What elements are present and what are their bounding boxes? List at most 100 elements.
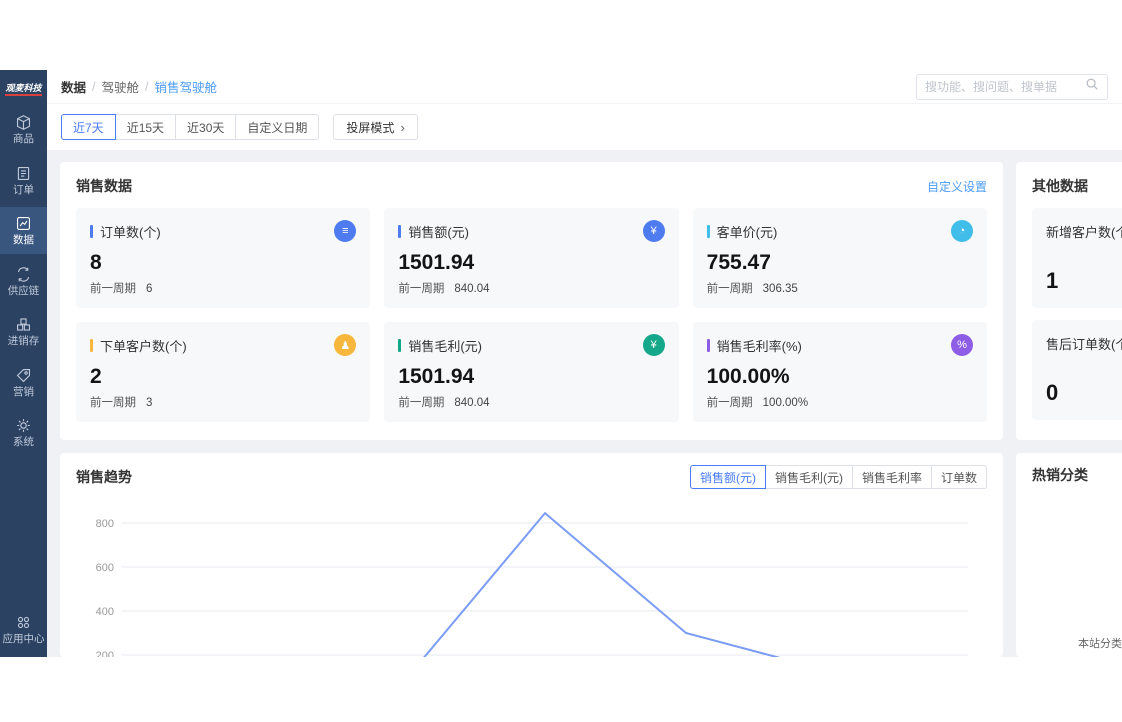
search-input[interactable]	[925, 79, 1085, 94]
breadcrumb-item-data[interactable]: 数据	[61, 77, 86, 96]
stat-label: 订单数(个)	[100, 224, 161, 240]
prev-period-value: 100.00%	[762, 397, 809, 409]
sidebar-item-label: 供应链	[7, 284, 40, 297]
sidebar-item-marketing[interactable]: 营销	[0, 359, 47, 406]
stat-label: 销售毛利(元)	[408, 338, 482, 354]
sidebar-item-goods[interactable]: 商品	[0, 106, 47, 153]
card-accent-bar	[398, 338, 402, 352]
right-column: 其他数据 新增客户数(个) 1 售后订单数(个) 0	[1016, 162, 1122, 657]
sales-trend-title: 销售趋势	[76, 469, 132, 485]
hot-panel-corner-note: 本站分类	[1078, 638, 1122, 650]
metric-tab-sales-amount[interactable]: 销售额(元)	[689, 465, 766, 489]
stat-value: 2	[90, 365, 102, 388]
metric-tab-gross-profit[interactable]: 销售毛利(元)	[764, 465, 853, 489]
gear-icon	[15, 417, 32, 434]
filter-bar: 近7天 近15天 近30天 自定义日期 投屏模式 ›	[47, 104, 1122, 150]
profit-icon: ¥	[642, 334, 665, 356]
cast-mode-button[interactable]: 投屏模式 ›	[333, 114, 418, 140]
trend-line-chart: 800 600 400 200	[96, 512, 968, 657]
prev-period-value: 6	[146, 283, 153, 295]
supply-chain-icon	[15, 266, 32, 283]
hot-categories-panel: 热销分类 本站分类	[1016, 453, 1122, 657]
metric-tab-order-count[interactable]: 订单数	[930, 465, 987, 489]
data-chart-icon	[15, 215, 32, 232]
stat-value: 1501.94	[398, 251, 475, 274]
inventory-icon	[15, 316, 32, 333]
other-data-title: 其他数据	[1032, 178, 1088, 194]
svg-text:200: 200	[96, 650, 114, 657]
prev-period-value: 840.04	[454, 283, 490, 295]
hot-categories-title: 热销分类	[1032, 467, 1088, 483]
date-tab-last7[interactable]: 近7天	[61, 114, 116, 140]
stat-card-aftersale-orders: 售后订单数(个) 0	[1032, 320, 1122, 420]
sidebar-item-label: 商品	[13, 133, 34, 145]
sidebar-item-label: 进销存	[7, 335, 40, 348]
stat-card-profit-rate: 销售毛利率(%) % 100.00% 前一周期 100.00%	[692, 322, 987, 422]
sidebar-item-supply-chain[interactable]: 供应链	[0, 258, 47, 305]
card-accent-bar	[90, 224, 93, 238]
trend-chart-area: 800 600 400 200	[76, 497, 987, 657]
cast-mode-label: 投屏模式	[346, 120, 395, 135]
app-logo[interactable]: 观麦科技	[0, 75, 47, 106]
sidebar-item-system[interactable]: 系统	[0, 409, 47, 456]
stat-card-new-customers: 新增客户数(个) 1	[1032, 208, 1122, 308]
customize-settings-link[interactable]: 自定义设置	[927, 178, 987, 195]
other-data-panel: 其他数据 新增客户数(个) 1 售后订单数(个) 0	[1016, 162, 1122, 440]
stat-card-order-count: 订单数(个) ≡ 8 前一周期 6	[76, 208, 371, 308]
svg-text:600: 600	[96, 562, 114, 574]
breadcrumb-item-sales-cockpit[interactable]: 销售驾驶舱	[155, 77, 218, 96]
sidebar-item-orders[interactable]: 订单	[0, 157, 47, 204]
yen-icon: ¥	[642, 220, 665, 242]
stat-card-sales-amount: 销售额(元) ¥ 1501.94 前一周期 840.04	[384, 208, 679, 308]
metric-tab-profit-rate[interactable]: 销售毛利率	[851, 465, 932, 489]
percent-icon: %	[951, 334, 973, 356]
card-accent-bar	[706, 338, 710, 352]
sales-cards-grid: 订单数(个) ≡ 8 前一周期 6 销售额(元) ¥ 1501.94 前一周期 …	[76, 208, 987, 422]
sales-data-title: 销售数据	[76, 178, 132, 194]
date-tab-last15[interactable]: 近15天	[114, 114, 177, 140]
order-count-icon: ≡	[334, 220, 357, 242]
sidebar-item-data[interactable]: 数据	[0, 207, 47, 254]
order-doc-icon	[15, 165, 32, 182]
date-tab-last30[interactable]: 近30天	[175, 114, 237, 140]
sidebar-item-label: 系统	[13, 436, 34, 449]
main-area: 数据 / 驾驶舱 / 销售驾驶舱 近7天 近15天 近30天	[47, 70, 1122, 657]
prev-period-value: 306.35	[762, 283, 798, 295]
app-center-icon	[15, 614, 32, 631]
prev-period-label: 前一周期	[706, 283, 753, 295]
stat-value: 755.47	[706, 251, 771, 274]
left-column: 销售数据 自定义设置 订单数(个) ≡ 8 前一周期 6 销售额(元) ¥ 15…	[60, 162, 1003, 657]
sidebar-item-label: 数据	[13, 234, 34, 247]
stat-value: 8	[90, 251, 102, 274]
stat-value: 100.00%	[706, 365, 790, 388]
sidebar-item-inventory[interactable]: 进销存	[0, 308, 47, 355]
breadcrumb-separator: /	[92, 79, 96, 94]
sidebar-item-label: 订单	[13, 183, 34, 196]
screen: 观麦科技 商品 订单 数据 供应链 进销存 营销 系统 应用中心 数据 / 驾驶…	[0, 0, 1122, 722]
card-accent-bar	[398, 224, 402, 238]
sidebar-item-label: 应用中心	[2, 633, 45, 646]
stat-card-gross-profit: 销售毛利(元) ¥ 1501.94 前一周期 840.04	[384, 322, 679, 422]
stat-label: 新增客户数(个)	[1046, 225, 1122, 240]
svg-text:400: 400	[96, 606, 114, 618]
stat-value: 1501.94	[398, 365, 475, 388]
sidebar: 观麦科技 商品 订单 数据 供应链 进销存 营销 系统 应用中心	[0, 70, 47, 657]
date-tab-custom[interactable]: 自定义日期	[235, 114, 320, 140]
customer-icon: ♟	[334, 334, 357, 356]
breadcrumb-item-cockpit[interactable]: 驾驶舱	[102, 77, 140, 96]
sidebar-item-app-center[interactable]: 应用中心	[0, 606, 47, 653]
stat-card-customer-count: 下单客户数(个) ♟ 2 前一周期 3	[76, 322, 371, 422]
global-search	[916, 73, 1108, 100]
goods-box-icon	[15, 114, 32, 131]
sales-data-panel: 销售数据 自定义设置 订单数(个) ≡ 8 前一周期 6 销售额(元) ¥ 15…	[60, 162, 1003, 440]
card-accent-bar	[90, 338, 93, 352]
prev-period-label: 前一周期	[398, 397, 445, 409]
search-icon[interactable]	[1085, 77, 1099, 96]
date-range-tabs: 近7天 近15天 近30天 自定义日期	[61, 114, 320, 140]
avg-price-icon: ◔	[951, 220, 973, 242]
stat-card-avg-price: 客单价(元) ◔ 755.47 前一周期 306.35	[692, 208, 987, 308]
prev-period-value: 840.04	[454, 397, 490, 409]
sales-trend-panel: 销售趋势 销售额(元) 销售毛利(元) 销售毛利率 订单数 800 600 400 2…	[60, 453, 1003, 657]
svg-text:800: 800	[96, 518, 114, 530]
